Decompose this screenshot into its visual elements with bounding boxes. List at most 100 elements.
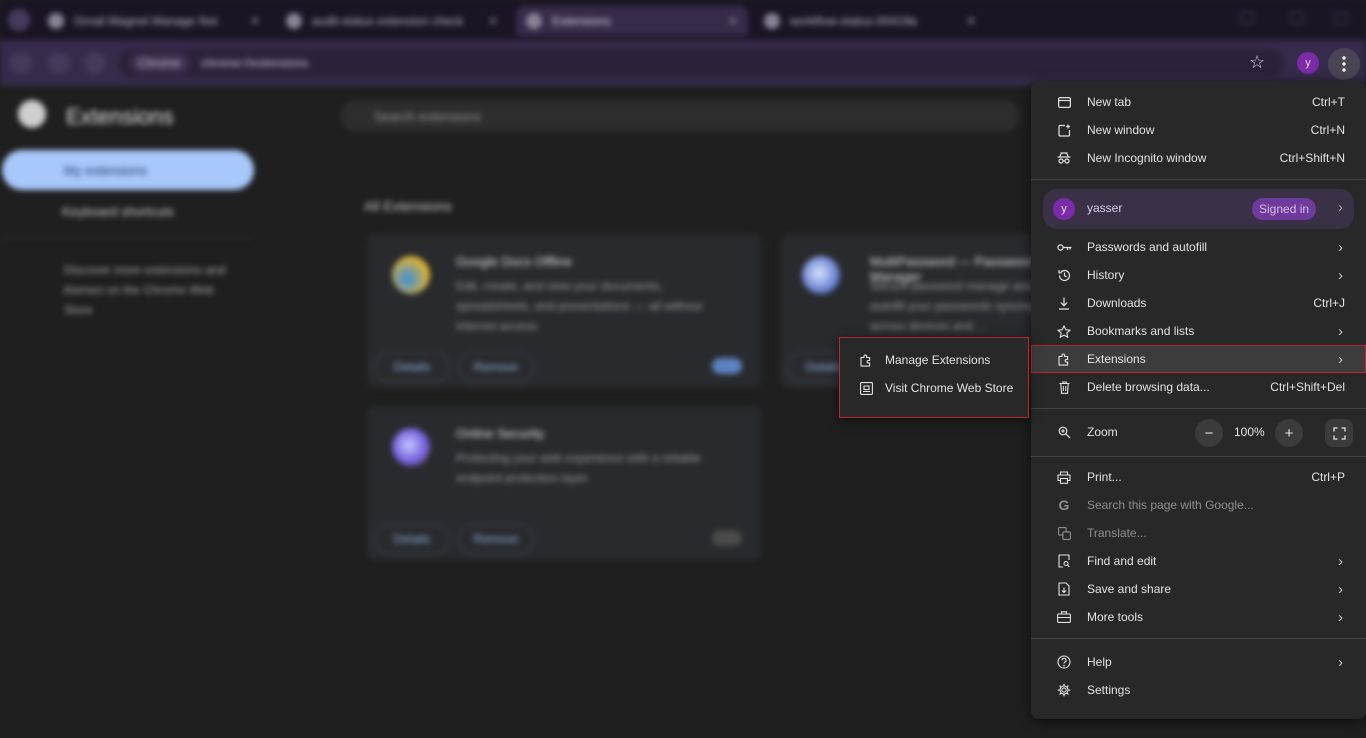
tab-4[interactable]: workflow-status-00419a ✕ xyxy=(754,6,986,36)
menu-item-visit-web-store[interactable]: Visit Chrome Web Store xyxy=(840,374,1028,402)
menu-item-search-with-google[interactable]: G Search this page with Google... xyxy=(1031,491,1366,519)
menu-item-delete-browsing-data[interactable]: Delete browsing data... Ctrl+Shift+Del xyxy=(1031,373,1366,401)
star-icon xyxy=(1055,322,1073,340)
web-store-promo[interactable]: Discover more extensions and themes on t… xyxy=(64,260,234,320)
menu-item-label: Translate... xyxy=(1087,526,1147,540)
menu-item-label: Find and edit xyxy=(1087,554,1157,568)
remove-button[interactable]: Remove xyxy=(458,352,534,382)
extension-name: Online Security xyxy=(456,426,545,441)
chevron-right-icon: › xyxy=(1338,322,1343,340)
zoom-out-button[interactable]: − xyxy=(1195,419,1223,447)
minimize-icon[interactable] xyxy=(1240,12,1254,24)
details-button[interactable]: Details xyxy=(374,524,450,554)
tab-1[interactable]: Gmail Magnet Manage Not ✕ xyxy=(38,6,270,36)
fullscreen-button[interactable] xyxy=(1325,419,1353,447)
close-icon[interactable]: ✕ xyxy=(250,14,260,28)
shortcut-text: Ctrl+N xyxy=(1310,123,1345,137)
menu-item-print[interactable]: Print... Ctrl+P xyxy=(1031,463,1366,491)
signed-in-badge: Signed in xyxy=(1252,198,1317,220)
chrome-menu-button[interactable] xyxy=(1328,48,1360,80)
tab-strip: Gmail Magnet Manage Not ✕ audit-status ex… xyxy=(0,0,1366,40)
extension-name: Google Docs Offline xyxy=(456,254,573,269)
profile-name: yasser xyxy=(1087,201,1123,215)
extension-icon xyxy=(392,256,430,294)
menu-item-new-incognito[interactable]: New Incognito window Ctrl+Shift+N xyxy=(1031,144,1366,172)
menu-item-label: New window xyxy=(1087,123,1155,137)
menu-item-label: More tools xyxy=(1087,610,1144,624)
menu-item-save-and-share[interactable]: Save and share › xyxy=(1031,575,1366,603)
save-share-icon xyxy=(1055,580,1073,598)
menu-item-extensions[interactable]: Extensions › xyxy=(1031,345,1366,373)
extension-icon xyxy=(802,256,840,294)
menu-item-new-tab[interactable]: New tab Ctrl+T xyxy=(1031,88,1366,116)
shortcut-text: Ctrl+Shift+Del xyxy=(1270,380,1345,394)
menu-item-bookmarks[interactable]: Bookmarks and lists › xyxy=(1031,317,1366,345)
enable-toggle[interactable] xyxy=(712,530,742,546)
menu-item-history[interactable]: History › xyxy=(1031,261,1366,289)
zoom-level: 100% xyxy=(1234,425,1265,439)
tab-3-active[interactable]: Extensions ✕ xyxy=(516,6,748,36)
tab-title: workflow-status-00419a xyxy=(790,14,917,28)
back-icon[interactable] xyxy=(10,52,32,74)
close-icon[interactable]: ✕ xyxy=(728,14,738,28)
history-icon xyxy=(1055,266,1073,284)
tab-favicon-icon xyxy=(526,13,542,29)
tab-2[interactable]: audit-status extension check ✕ xyxy=(276,6,508,36)
menu-item-label: Passwords and autofill xyxy=(1087,240,1208,254)
web-store-icon xyxy=(858,380,874,396)
address-bar[interactable]: Chrome chrome://extensions xyxy=(118,49,1284,77)
divider xyxy=(0,238,250,239)
enable-toggle[interactable] xyxy=(712,358,742,374)
sidebar-item-my-extensions[interactable]: My extensions xyxy=(2,150,254,190)
forward-icon[interactable] xyxy=(48,52,70,74)
close-icon[interactable]: ✕ xyxy=(488,14,498,28)
reload-icon[interactable] xyxy=(84,52,106,74)
menu-item-more-tools[interactable]: More tools › xyxy=(1031,603,1366,631)
key-icon xyxy=(1055,238,1073,256)
menu-item-new-window[interactable]: New window Ctrl+N xyxy=(1031,116,1366,144)
new-tab-icon xyxy=(1055,93,1073,111)
sidebar-item-keyboard-shortcuts[interactable]: Keyboard shortcuts xyxy=(62,204,174,219)
tab-title: Gmail Magnet Manage Not xyxy=(74,14,218,28)
search-input[interactable]: Search extensions xyxy=(340,100,1020,132)
menu-item-label: New tab xyxy=(1087,95,1132,109)
menu-item-find-and-edit[interactable]: Find and edit › xyxy=(1031,547,1366,575)
chrome-menu: New tab Ctrl+T New window Ctrl+N New Inc… xyxy=(1031,81,1366,719)
menu-item-downloads[interactable]: Downloads Ctrl+J xyxy=(1031,289,1366,317)
translate-icon xyxy=(1055,524,1073,542)
menu-item-label: Print... xyxy=(1087,470,1122,484)
site-chip: Chrome xyxy=(130,53,189,73)
menu-item-label: Downloads xyxy=(1087,296,1147,310)
find-icon xyxy=(1055,552,1073,570)
avatar: y xyxy=(1053,198,1075,220)
extension-card: Google Docs Offline Edit, create, and vi… xyxy=(366,234,762,388)
menu-item-settings[interactable]: Settings xyxy=(1031,676,1366,704)
chevron-right-icon: › xyxy=(1338,350,1343,368)
page-title: Extensions xyxy=(66,104,174,129)
details-button[interactable]: Details xyxy=(374,352,450,382)
maximize-icon[interactable] xyxy=(1290,12,1304,24)
zoom-in-button[interactable]: + xyxy=(1275,419,1303,447)
section-label: All Extensions xyxy=(364,198,452,214)
close-window-icon[interactable] xyxy=(1334,12,1348,24)
menu-item-help[interactable]: Help › xyxy=(1031,648,1366,676)
menu-item-manage-extensions[interactable]: Manage Extensions xyxy=(840,346,1028,374)
extension-description: Protecting your web experience with a re… xyxy=(456,451,701,485)
chevron-right-icon: › xyxy=(1338,552,1343,570)
menu-item-passwords[interactable]: Passwords and autofill › xyxy=(1031,233,1366,261)
puzzle-icon xyxy=(1055,350,1073,368)
profile-avatar[interactable]: y xyxy=(1297,52,1319,74)
menu-item-label: Settings xyxy=(1087,683,1131,697)
menu-item-label: Search this page with Google... xyxy=(1087,498,1254,512)
tab-search-button[interactable] xyxy=(8,9,30,31)
bookmark-star-icon[interactable]: ☆ xyxy=(1249,52,1265,73)
chevron-right-icon: › xyxy=(1338,653,1343,671)
menu-item-translate[interactable]: Translate... xyxy=(1031,519,1366,547)
remove-button[interactable]: Remove xyxy=(458,524,534,554)
menu-item-label: Save and share xyxy=(1087,582,1172,596)
close-icon[interactable]: ✕ xyxy=(966,14,976,28)
extension-icon xyxy=(392,428,430,466)
menu-separator xyxy=(1031,408,1366,409)
tab-favicon-icon xyxy=(286,13,302,29)
profile-row[interactable]: y yasser Signed in › xyxy=(1043,189,1354,229)
